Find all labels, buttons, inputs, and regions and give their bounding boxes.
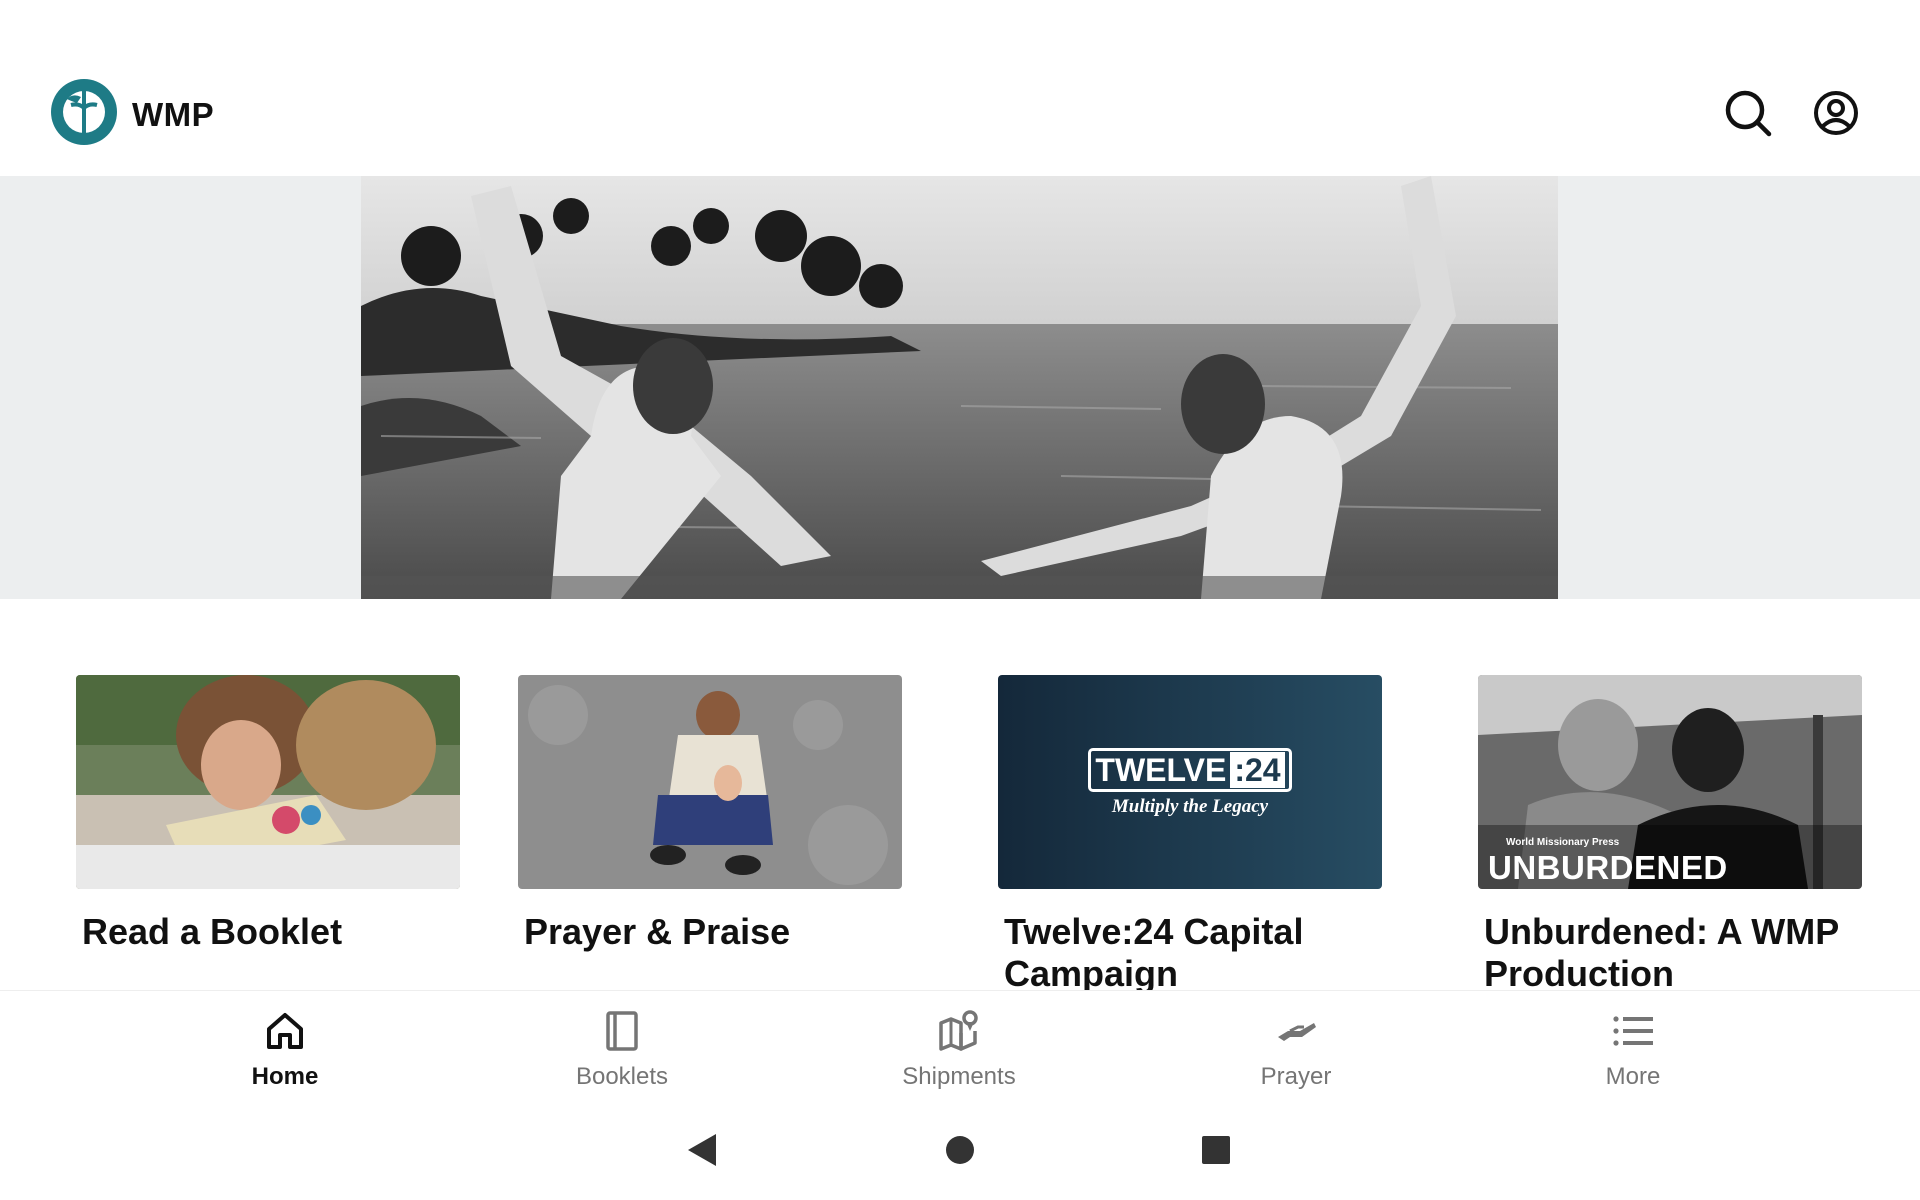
list-icon (1613, 1016, 1653, 1046)
back-triangle-icon[interactable] (686, 1132, 718, 1168)
search-button[interactable] (1722, 87, 1774, 139)
status-bar (0, 0, 1920, 60)
hand-icon (1278, 1023, 1316, 1041)
home-icon (267, 1013, 303, 1049)
nav-label-more: More (1605, 1063, 1661, 1090)
twelve-logo-num: :24 (1230, 752, 1285, 788)
home-circle-icon[interactable] (945, 1132, 975, 1168)
card-title: Unburdened: A WMP Production (1484, 911, 1839, 990)
feature-cards: Read a Booklet Prayer & Praise TWELVE:24 (0, 675, 1920, 990)
card-title: Prayer & Praise (524, 911, 791, 952)
nav-label-prayer: Prayer (1260, 1063, 1332, 1090)
nav-item-more[interactable]: More (1533, 1009, 1733, 1093)
card-image[interactable]: World Missionary Press UNBURDENED (1478, 675, 1862, 889)
unburdened-press-label: World Missionary Press (1506, 837, 1620, 848)
hero-image[interactable] (361, 176, 1558, 599)
nav-label-booklets: Booklets (575, 1063, 669, 1090)
nav-label-home: Home (251, 1063, 319, 1090)
map-pin-icon (939, 1010, 978, 1051)
nav-item-booklets[interactable]: Booklets (522, 1009, 722, 1093)
app-header: WMP (0, 60, 1920, 176)
system-navigation-bar (0, 1100, 1920, 1200)
nav-item-prayer[interactable]: Prayer (1196, 1009, 1396, 1093)
account-circle-icon (1814, 91, 1858, 135)
recents-square-icon[interactable] (1200, 1132, 1232, 1168)
bottom-navigation: Home Booklets Shipments Prayer More (0, 990, 1920, 1100)
unburdened-overlay-title: UNBURDENED (1488, 849, 1728, 886)
account-button[interactable] (1810, 87, 1862, 139)
hero-banner[interactable] (0, 176, 1920, 599)
app-logo-icon[interactable] (51, 79, 117, 145)
card-unburdened[interactable]: World Missionary Press UNBURDENED Unburd… (1478, 675, 1862, 990)
card-image[interactable]: TWELVE:24 Multiply the Legacy (998, 675, 1382, 889)
card-twelve24-campaign[interactable]: TWELVE:24 Multiply the Legacy Twelve:24 … (998, 675, 1382, 990)
book-icon (606, 1011, 638, 1051)
twelve-logo-text: TWELVE (1095, 752, 1227, 788)
twelve-logo-subtitle: Multiply the Legacy (1111, 796, 1269, 817)
search-icon (1725, 90, 1772, 137)
card-image[interactable] (518, 675, 902, 889)
nav-label-shipments: Shipments (902, 1063, 1016, 1090)
card-image[interactable] (76, 675, 460, 889)
twelve24-logo: TWELVE:24 Multiply the Legacy (1081, 748, 1299, 818)
nav-item-shipments[interactable]: Shipments (859, 1009, 1059, 1093)
app-title: WMP (132, 96, 215, 133)
card-title: Read a Booklet (82, 911, 343, 952)
card-read-booklet[interactable]: Read a Booklet (76, 675, 460, 953)
card-prayer-praise[interactable]: Prayer & Praise (518, 675, 902, 953)
card-title: Twelve:24 Capital Campaign (1004, 911, 1304, 990)
nav-item-home[interactable]: Home (185, 1009, 385, 1093)
